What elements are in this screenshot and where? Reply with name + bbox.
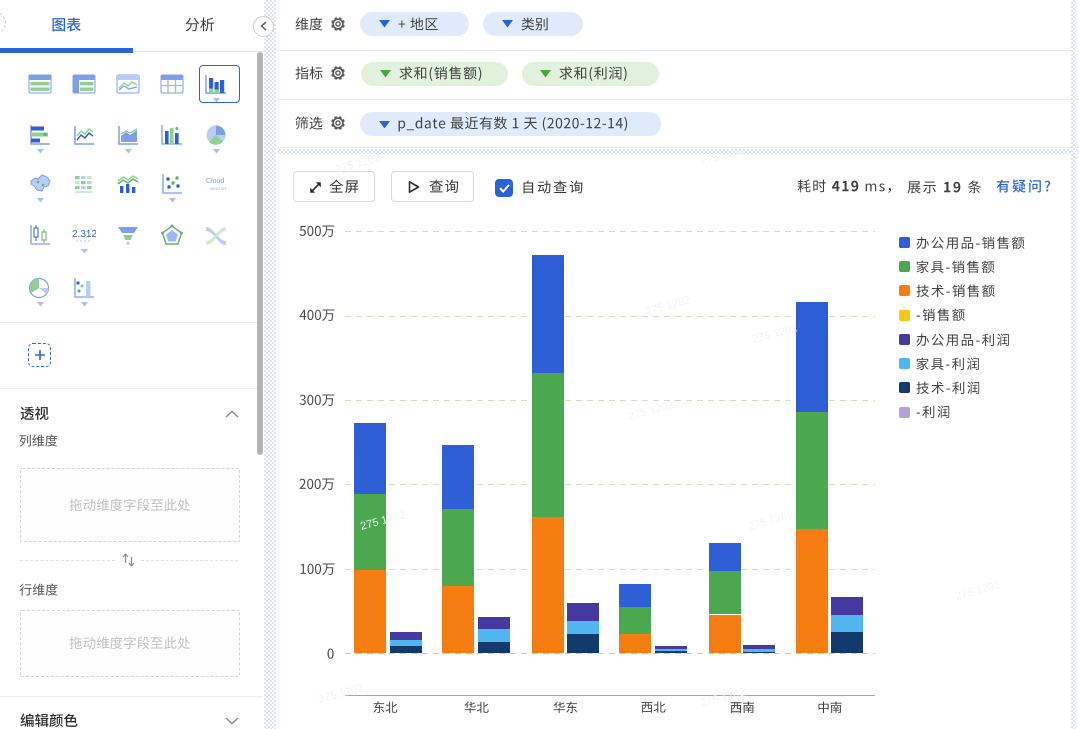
svg-text:word art: word art <box>210 186 227 191</box>
svg-text:Cloud: Cloud <box>206 178 224 185</box>
svg-text:2.312: 2.312 <box>72 229 96 240</box>
